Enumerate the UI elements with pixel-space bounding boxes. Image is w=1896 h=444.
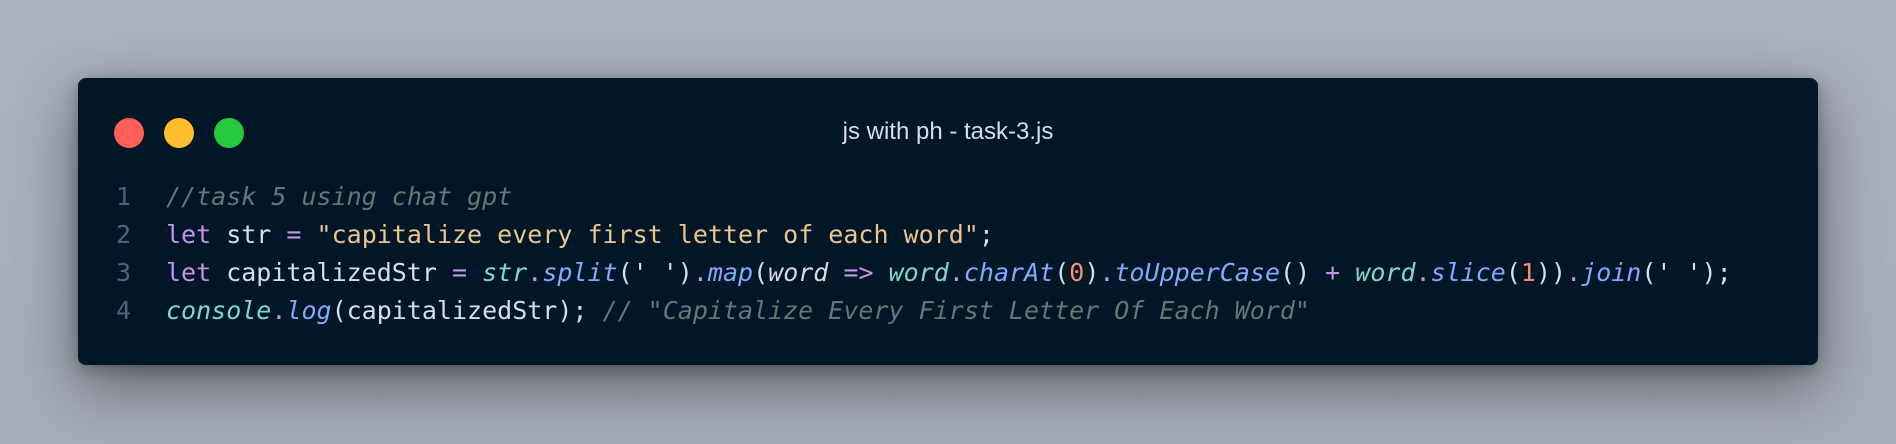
code-token-punct: (capitalizedStr); [331, 296, 603, 325]
code-window: js with ph - task-3.js 1 //task 5 using c… [78, 78, 1818, 365]
code-token-ident: capitalizedStr [211, 258, 452, 287]
code-token-op: . [1566, 258, 1582, 287]
code-token-param: word [768, 258, 829, 287]
code-token-op: . [271, 296, 287, 325]
code-token-obj: word [1355, 258, 1416, 287]
code-token-punct: (' '); [1641, 258, 1732, 287]
code-token-keyword: let [166, 220, 212, 249]
code-token-ident: str [211, 220, 287, 249]
code-line: 4 console.log(capitalizedStr); // "Capita… [78, 292, 1818, 330]
window-titlebar: js with ph - task-3.js [78, 78, 1818, 188]
code-token-method: log [286, 296, 332, 325]
code-token-op: = [451, 258, 468, 287]
code-token-number: 1 [1520, 258, 1536, 287]
code-token-punct [301, 220, 316, 249]
code-token-op: => [843, 258, 874, 287]
code-text: console.log(capitalizedStr); // "Capital… [166, 292, 1310, 330]
line-number: 3 [115, 258, 131, 287]
code-token-method: map [707, 258, 754, 287]
code-token-keyword: let [166, 258, 212, 287]
window-title: js with ph - task-3.js [842, 118, 1054, 145]
code-text: let str = "capitalize every first letter… [166, 216, 994, 254]
code-editor: 1 //task 5 using chat gpt 2 let str = "capi… [78, 178, 1818, 330]
code-token-punct: ( [753, 258, 769, 287]
code-token-number: 0 [1069, 258, 1085, 287]
code-token-punct: ) [1084, 258, 1100, 287]
code-token-punct [874, 258, 889, 287]
code-token-string: "capitalize every first letter of each w… [316, 220, 979, 249]
code-token-op: . [948, 258, 964, 287]
code-token-method: slice [1430, 258, 1506, 287]
code-token-comment: //task 5 using chat gpt [166, 182, 513, 211]
code-token-obj: str [482, 258, 528, 287]
code-token-punct: () [1280, 258, 1326, 287]
code-token-method: charAt [963, 258, 1055, 287]
code-line: 3 let capitalizedStr = str.split(' ').map… [78, 254, 1818, 292]
code-token-op: = [286, 220, 302, 249]
line-number: 4 [115, 296, 131, 325]
code-token-method: join [1581, 258, 1642, 287]
code-token-punct: ( [1054, 258, 1070, 287]
code-line: 1 //task 5 using chat gpt [78, 178, 1818, 216]
line-number: 1 [115, 182, 131, 211]
code-token-method: toUpperCase [1114, 258, 1281, 287]
code-line: 2 let str = "capitalize every first lette… [78, 216, 1818, 254]
code-text: //task 5 using chat gpt [166, 178, 512, 216]
code-token-punct: )) [1535, 258, 1567, 287]
code-token-op: . [1099, 258, 1115, 287]
code-token-punct: (' ') [617, 258, 693, 287]
code-token-punct [828, 258, 843, 287]
code-token-obj: word [888, 258, 949, 287]
code-token-punct [1340, 258, 1355, 287]
code-token-op: . [1415, 258, 1431, 287]
code-token-method: split [542, 258, 618, 287]
code-token-op: . [527, 258, 543, 287]
line-number: 2 [115, 220, 131, 249]
code-token-op: . [692, 258, 708, 287]
code-token-punct: ( [1505, 258, 1521, 287]
code-token-comment: // "Capitalize Every First Letter Of Eac… [602, 296, 1310, 325]
code-token-punct [467, 258, 482, 287]
code-token-punct: ; [978, 220, 994, 249]
code-token-obj: console [166, 296, 272, 325]
code-token-op: + [1325, 258, 1341, 287]
code-text: let capitalizedStr = str.split(' ').map(… [166, 254, 1732, 292]
